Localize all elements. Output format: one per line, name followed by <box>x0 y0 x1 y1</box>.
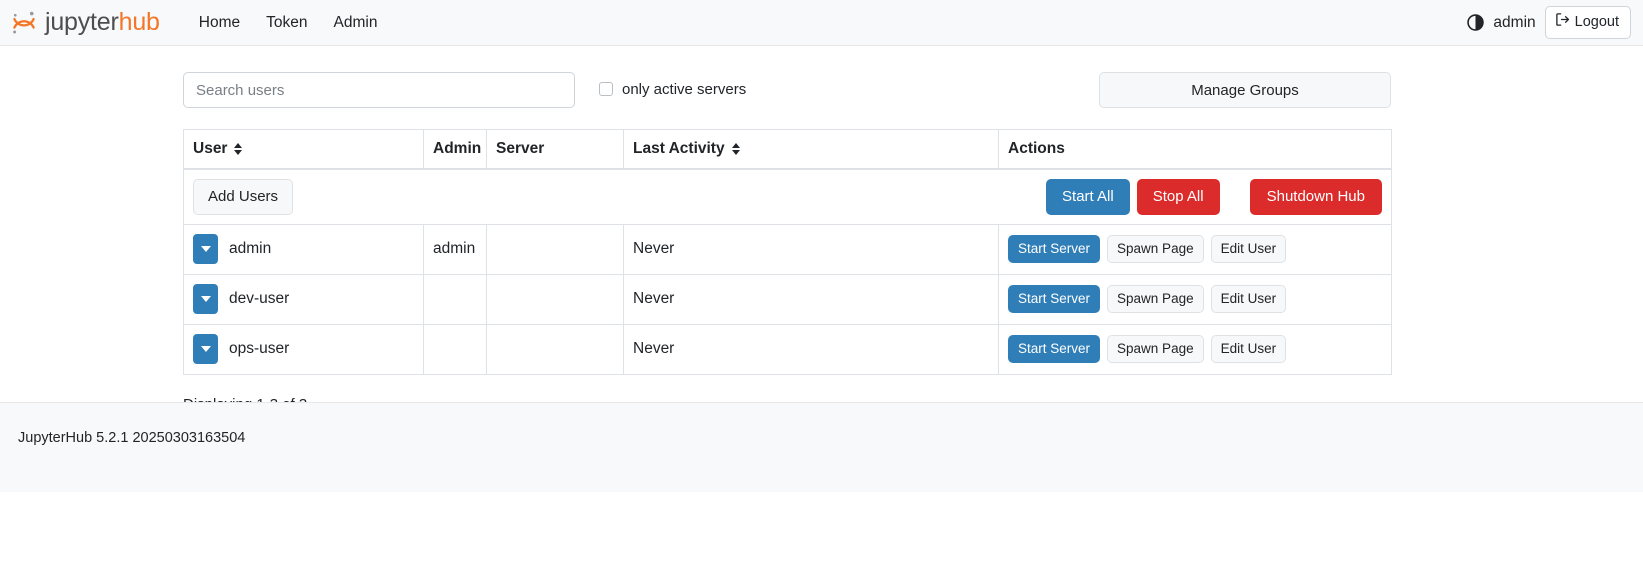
bulk-action-row: Add Users Start All Stop All Shutdown Hu… <box>184 169 1392 225</box>
nav-link-token[interactable]: Token <box>253 8 320 38</box>
last-activity-value: Never <box>624 240 998 258</box>
start-server-button[interactable]: Start Server <box>1008 235 1100 263</box>
only-active-servers-label: only active servers <box>622 81 746 98</box>
only-active-servers-checkbox[interactable] <box>599 82 613 96</box>
last-activity-cell: Never <box>624 224 999 274</box>
shutdown-hub-button[interactable]: Shutdown Hub <box>1250 179 1382 215</box>
user-cell: ops-user <box>184 324 424 374</box>
logout-button[interactable]: Logout <box>1545 6 1631 39</box>
table-row: admin admin Never Start Server Spawn Pag… <box>184 224 1392 274</box>
jupyterhub-brand-link[interactable]: jupyterhub <box>10 9 160 37</box>
column-header-server-label: Server <box>496 140 544 158</box>
edit-user-button[interactable]: Edit User <box>1211 235 1287 263</box>
last-activity-cell: Never <box>624 324 999 374</box>
column-header-actions-label: Actions <box>1008 140 1065 158</box>
bulk-action-cell: Add Users Start All Stop All Shutdown Hu… <box>184 169 1392 225</box>
username-label: admin <box>229 240 271 258</box>
brand-hub-text: hub <box>119 8 160 36</box>
username-label: ops-user <box>229 340 289 358</box>
admin-page: only active servers Manage Groups User <box>0 46 1643 492</box>
users-table: User Admin Server Last Activity <box>183 129 1392 375</box>
admin-value: admin <box>424 240 486 258</box>
column-header-last-activity-label: Last Activity <box>633 140 725 158</box>
nav-link-admin[interactable]: Admin <box>321 8 391 38</box>
current-username: admin <box>1493 14 1535 32</box>
primary-nav: Home Token Admin <box>186 8 391 38</box>
top-navbar: jupyterhub Home Token Admin admin Logout <box>0 0 1643 46</box>
expand-user-row-1-button[interactable] <box>193 284 218 314</box>
sort-user-icon[interactable] <box>234 143 242 155</box>
brand-wordmark: jupyterhub <box>45 10 160 35</box>
actions-cell: Start Server Spawn Page Edit User <box>999 274 1392 324</box>
column-header-user-label: User <box>193 140 227 158</box>
expand-user-row-2-button[interactable] <box>193 334 218 364</box>
brand-jupyter-text: jupyter <box>45 8 119 36</box>
last-activity-cell: Never <box>624 274 999 324</box>
actions-cell: Start Server Spawn Page Edit User <box>999 324 1392 374</box>
last-activity-value: Never <box>624 340 998 358</box>
bulk-action-bar: Add Users Start All Stop All Shutdown Hu… <box>184 170 1391 224</box>
users-table-body: Add Users Start All Stop All Shutdown Hu… <box>184 169 1392 375</box>
start-all-button[interactable]: Start All <box>1046 179 1130 215</box>
server-cell <box>487 224 624 274</box>
sort-last-activity-icon[interactable] <box>732 143 740 155</box>
nav-link-home[interactable]: Home <box>186 8 253 38</box>
search-users-input[interactable] <box>183 72 575 108</box>
navbar-right-group: admin Logout <box>1466 6 1631 39</box>
server-cell <box>487 324 624 374</box>
spawn-page-button[interactable]: Spawn Page <box>1107 235 1204 263</box>
column-header-admin: Admin <box>424 130 487 169</box>
column-header-server: Server <box>487 130 624 169</box>
stop-all-button[interactable]: Stop All <box>1137 179 1220 215</box>
version-label: JupyterHub 5.2.1 20250303163504 <box>18 430 245 446</box>
jupyterhub-logo-icon <box>10 9 38 37</box>
column-header-actions: Actions <box>999 130 1392 169</box>
username-label: dev-user <box>229 290 289 308</box>
edit-user-button[interactable]: Edit User <box>1211 335 1287 363</box>
admin-cell <box>424 324 487 374</box>
admin-cell: admin <box>424 224 487 274</box>
actions-cell: Start Server Spawn Page Edit User <box>999 224 1392 274</box>
spawn-page-button[interactable]: Spawn Page <box>1107 335 1204 363</box>
column-header-last-activity: Last Activity <box>624 130 999 169</box>
user-cell: admin <box>184 224 424 274</box>
column-header-admin-label: Admin <box>433 140 481 158</box>
table-row: dev-user Never Start Server Spawn Page E… <box>184 274 1392 324</box>
page-footer: JupyterHub 5.2.1 20250303163504 <box>0 402 1643 492</box>
theme-toggle-icon[interactable] <box>1466 14 1484 32</box>
user-cell: dev-user <box>184 274 424 324</box>
spawn-page-button[interactable]: Spawn Page <box>1107 285 1204 313</box>
logout-button-label: Logout <box>1575 13 1619 32</box>
only-active-servers-filter[interactable]: only active servers <box>599 81 746 98</box>
edit-user-button[interactable]: Edit User <box>1211 285 1287 313</box>
start-server-button[interactable]: Start Server <box>1008 335 1100 363</box>
users-table-head: User Admin Server Last Activity <box>184 130 1392 169</box>
column-header-user: User <box>184 130 424 169</box>
manage-groups-button[interactable]: Manage Groups <box>1099 72 1391 108</box>
add-users-button[interactable]: Add Users <box>193 179 293 215</box>
table-row: ops-user Never Start Server Spawn Page E… <box>184 324 1392 374</box>
last-activity-value: Never <box>624 290 998 308</box>
start-server-button[interactable]: Start Server <box>1008 285 1100 313</box>
server-cell <box>487 274 624 324</box>
expand-user-row-0-button[interactable] <box>193 234 218 264</box>
users-table-header-row: User Admin Server Last Activity <box>184 130 1392 169</box>
bulk-action-buttons: Start All Stop All Shutdown Hub <box>1046 179 1382 215</box>
users-toolbar: only active servers Manage Groups <box>183 72 1391 108</box>
admin-cell <box>424 274 487 324</box>
sign-out-icon <box>1555 12 1570 33</box>
